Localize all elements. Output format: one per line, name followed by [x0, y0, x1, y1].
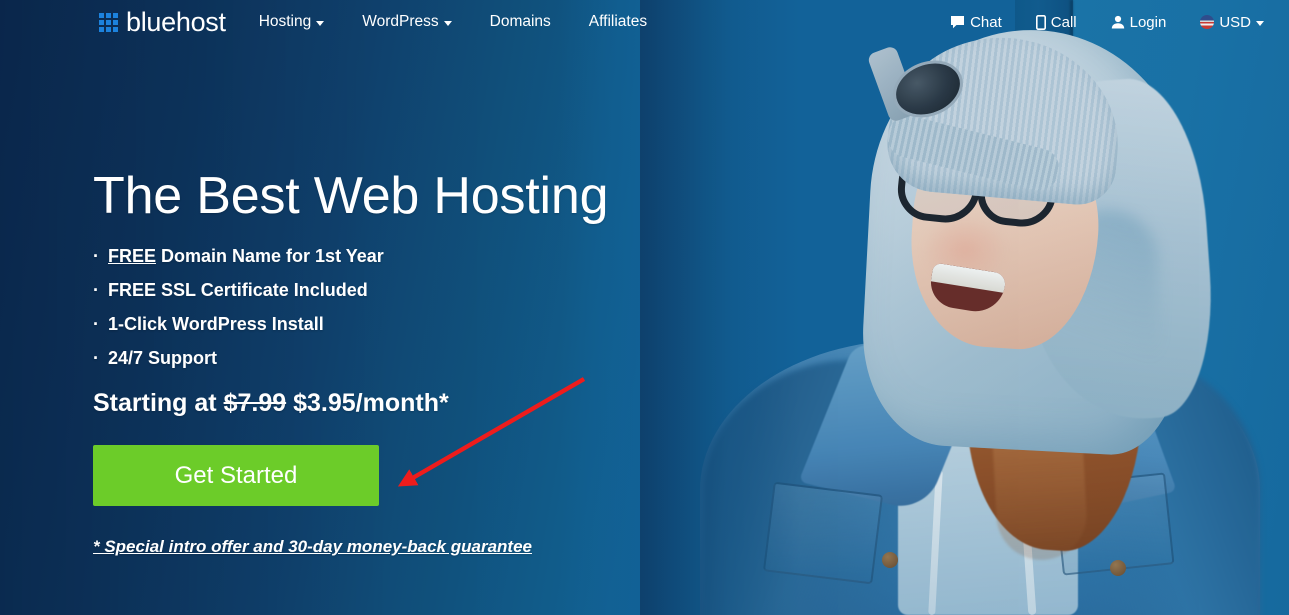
- chevron-down-icon: [443, 21, 452, 26]
- nav-link-hosting-label: Hosting: [258, 13, 312, 30]
- nav-links: Hosting WordPress Domains Affiliates: [259, 13, 685, 31]
- pricing-line: Starting at $7.99 $3.95/month*: [93, 389, 608, 418]
- nav-left-group: bluehost Hosting WordPress Domains Affil…: [99, 7, 685, 38]
- bullet-marker: ·: [93, 280, 99, 301]
- page-title: The Best Web Hosting: [93, 167, 609, 225]
- chat-bubble-icon: [950, 15, 965, 29]
- list-item-text: FREE SSL Certificate Included: [108, 280, 368, 301]
- nav-link-wordpress-label: WordPress: [362, 13, 439, 30]
- list-item-text: FREE Domain Name for 1st Year: [108, 247, 384, 265]
- chevron-down-icon: [316, 21, 325, 26]
- list-item-rest: Domain Name for 1st Year: [156, 246, 384, 267]
- nav-link-affiliates-label: Affiliates: [588, 13, 648, 30]
- list-item: · FREE Domain Name for 1st Year: [93, 247, 608, 265]
- top-navigation-bar: bluehost Hosting WordPress Domains Affil…: [0, 0, 1289, 44]
- bluehost-logo[interactable]: bluehost: [99, 7, 226, 38]
- list-item: · 24/7 Support: [93, 349, 608, 367]
- list-item: · 1-Click WordPress Install: [93, 315, 608, 333]
- free-emphasis: FREE: [108, 246, 157, 267]
- price-discounted: $3.95/month*: [286, 389, 449, 418]
- chevron-down-icon: [1256, 21, 1264, 26]
- nav-call-label: Call: [1050, 13, 1077, 31]
- list-item-text: 1-Click WordPress Install: [108, 314, 324, 335]
- nav-login-label: Login: [1129, 13, 1167, 31]
- bullet-marker: ·: [93, 348, 99, 369]
- grid-squares-icon: [99, 12, 118, 32]
- bullet-marker: ·: [93, 246, 99, 267]
- nav-link-hosting[interactable]: Hosting: [259, 13, 325, 31]
- user-person-icon: [1111, 15, 1125, 29]
- us-flag-icon: [1200, 15, 1215, 29]
- nav-link-domains-label: Domains: [489, 13, 551, 30]
- price-original: $7.99: [223, 389, 287, 418]
- nav-currency-selector[interactable]: USD: [1200, 14, 1264, 31]
- logo-wordmark: bluehost: [126, 6, 226, 37]
- price-prefix: Starting at: [93, 389, 224, 418]
- nav-link-affiliates[interactable]: Affiliates: [589, 13, 647, 31]
- nav-call-button[interactable]: Call: [1035, 13, 1077, 31]
- nav-link-wordpress[interactable]: WordPress: [362, 13, 452, 31]
- hero-content: The Best Web Hosting · FREE Domain Name …: [93, 167, 609, 557]
- mobile-phone-icon: [1035, 14, 1046, 30]
- nav-link-domains[interactable]: Domains: [490, 13, 551, 31]
- bluehost-landing-page: bluehost Hosting WordPress Domains Affil…: [0, 0, 1289, 615]
- hero-feature-list: · FREE Domain Name for 1st Year · FREE S…: [93, 247, 608, 367]
- nav-login-button[interactable]: Login: [1111, 13, 1167, 31]
- nav-chat-label: Chat: [970, 13, 1002, 31]
- list-item-text: 24/7 Support: [108, 348, 218, 369]
- nav-chat-button[interactable]: Chat: [950, 14, 1002, 31]
- offer-disclaimer-link[interactable]: * Special intro offer and 30-day money-b…: [93, 537, 608, 557]
- bullet-marker: ·: [93, 314, 99, 335]
- nav-currency-label: USD: [1219, 13, 1251, 31]
- list-item: · FREE SSL Certificate Included: [93, 281, 608, 299]
- get-started-button[interactable]: Get Started: [93, 445, 379, 507]
- nav-utility-group: Chat Call Login USD: [916, 14, 1264, 31]
